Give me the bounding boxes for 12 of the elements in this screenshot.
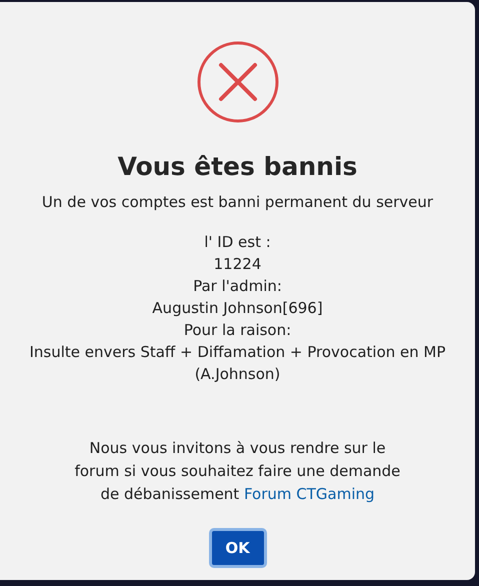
ok-button[interactable]: OK	[208, 528, 266, 568]
dialog-subtitle: Un de vos comptes est banni permanent du serveur	[42, 193, 434, 211]
detail-line: Augustin Johnson[696]	[151, 298, 324, 319]
dialog-title: Vous êtes bannis	[118, 152, 358, 181]
forum-link[interactable]: Forum CTGaming	[244, 485, 375, 503]
detail-line: Insulte envers Staff + Diffamation + Provocation en MP (A.Johnson)	[28, 342, 447, 385]
detail-line: l' ID est :	[203, 232, 272, 253]
detail-line: 11224	[212, 254, 262, 275]
footer-text: Nous vous invitons à vous rendre sur le forum si vous souhaitez faire une demande de débanissement Forum CTGaming	[74, 438, 402, 505]
detail-line: Pour la raison:	[182, 320, 292, 341]
detail-line: Par l'admin:	[192, 276, 283, 297]
error-icon	[196, 40, 280, 124]
